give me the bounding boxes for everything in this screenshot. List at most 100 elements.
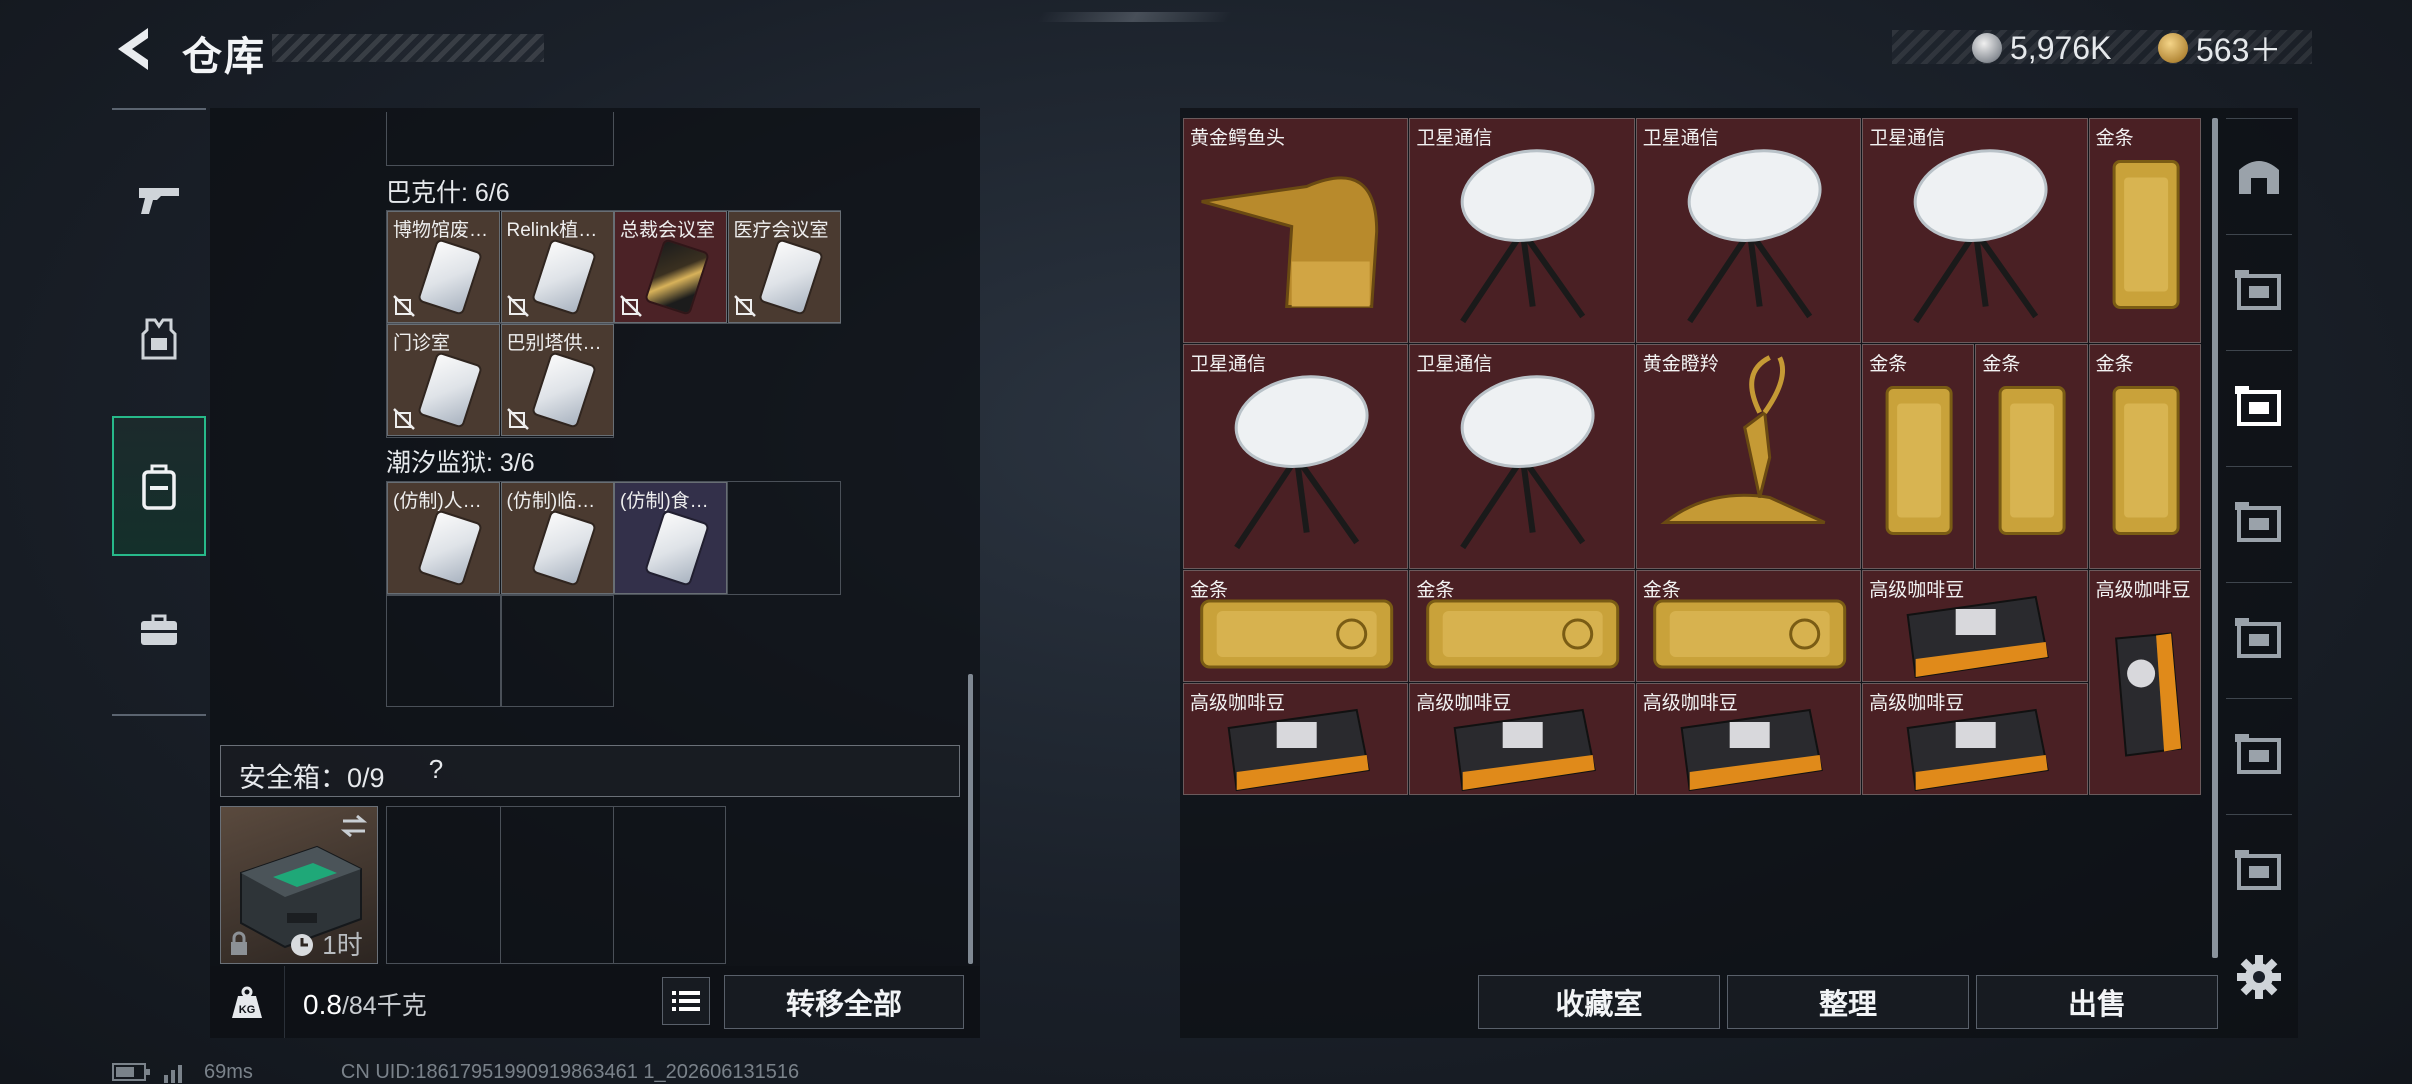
storage-item[interactable]: 金条 <box>2088 344 2201 569</box>
backpack-scrollbar[interactable] <box>968 674 973 964</box>
item-image-croc <box>1201 176 1379 308</box>
no-transfer-icon <box>733 295 756 317</box>
divider <box>284 966 285 1038</box>
storage-item[interactable]: 卫星通信 <box>1183 344 1409 569</box>
storage-item[interactable]: 高级咖啡豆 <box>1409 683 1635 795</box>
key-group-label-tide-prison: 潮汐监狱: 3/6 <box>386 449 535 477</box>
storage-tab-0[interactable] <box>2226 118 2292 228</box>
storage-item-label: 金条 <box>1869 354 1908 375</box>
key-card-item[interactable]: 巴别塔供… <box>500 324 614 436</box>
item-image-goldv <box>1885 386 1953 535</box>
battery-icon <box>112 1063 150 1081</box>
item-image-goldv <box>2112 160 2180 309</box>
key-card-label: (仿制)人… <box>393 491 482 512</box>
storage-item-label: 金条 <box>1190 580 1229 601</box>
organize-button[interactable]: 整理 <box>1727 975 1969 1029</box>
storage-tab-2[interactable] <box>2226 350 2292 460</box>
storage-item[interactable]: 高级咖啡豆 <box>1862 683 2088 795</box>
key-card-label: 巴别塔供… <box>506 333 602 354</box>
storage-item[interactable]: 金条 <box>1635 570 1862 682</box>
key-card-label: Relink植… <box>506 220 598 241</box>
storage-item[interactable]: 黄金瞪羚 <box>1635 344 1862 569</box>
nav-case[interactable] <box>112 560 206 700</box>
key-card-label: (仿制)食… <box>620 491 709 512</box>
key-card-item[interactable]: (仿制)食… <box>614 482 727 594</box>
item-image-gazelle <box>1660 355 1826 524</box>
back-icon[interactable] <box>110 22 160 76</box>
storage-item[interactable]: 卫星通信 <box>1409 344 1635 569</box>
grid-cell-empty <box>500 595 502 707</box>
help-button[interactable]: ? <box>421 754 451 788</box>
item-image-goldv <box>1998 386 2066 535</box>
backpack-icon <box>142 464 176 510</box>
storage-scrollbar[interactable] <box>2212 118 2218 958</box>
no-transfer-icon <box>620 295 642 317</box>
storage-item-label: 金条 <box>1416 580 1455 601</box>
transfer-icon[interactable] <box>339 813 369 839</box>
safe-box-timer-value: 1时 <box>322 930 363 960</box>
currency-silver-value: 5,976K <box>2010 29 2112 66</box>
storage-item-label: 金条 <box>1642 580 1681 601</box>
nav-backpack[interactable] <box>112 416 206 556</box>
container-tier4-icon <box>2235 385 2281 426</box>
storage-item[interactable]: 卫星通信 <box>1409 118 1635 343</box>
storage-item[interactable]: 金条 <box>1409 570 1635 682</box>
storage-item-label: 卫星通信 <box>1869 128 1946 149</box>
list-view-button[interactable] <box>662 977 710 1025</box>
storage-tab-4[interactable] <box>2226 582 2292 692</box>
storage-tab-1[interactable] <box>2226 234 2292 344</box>
nav-weapons[interactable] <box>112 130 206 270</box>
storage-item[interactable]: 金条 <box>1183 570 1409 682</box>
storage-item[interactable]: 高级咖啡豆 <box>1183 683 1409 795</box>
key-card-item[interactable]: 博物馆废… <box>387 211 500 323</box>
storage-tab-6[interactable] <box>2226 814 2292 924</box>
item-image-dish <box>1460 375 1595 550</box>
briefcase-icon <box>141 614 177 645</box>
pistol-icon <box>139 188 179 214</box>
storage-item-label: 金条 <box>2095 354 2134 375</box>
storage-item[interactable]: 卫星通信 <box>1635 118 1862 343</box>
key-card-image <box>646 511 708 585</box>
no-transfer-icon <box>393 295 415 317</box>
key-card-image <box>532 353 595 427</box>
storage-item[interactable]: 高级咖啡豆 <box>1635 683 1862 795</box>
key-group-label-bakesh: 巴克什: 6/6 <box>386 179 510 207</box>
key-card-image <box>419 240 481 314</box>
key-card-item[interactable]: 总裁会议室 <box>614 211 727 323</box>
clock-icon <box>291 934 313 956</box>
transfer-all-button[interactable]: 转移全部 <box>724 975 964 1029</box>
container-tier5-icon <box>2235 269 2281 310</box>
key-card-label: 医疗会议室 <box>733 220 829 241</box>
key-card-item[interactable]: (仿制)人… <box>387 482 500 594</box>
storage-item[interactable]: 卫星通信 <box>1862 118 2088 343</box>
currency-gold[interactable]: 563＋ <box>2158 26 2281 70</box>
storage-tab-5[interactable] <box>2226 698 2292 808</box>
sell-button[interactable]: 出售 <box>1976 975 2218 1029</box>
storage-item[interactable]: 高级咖啡豆 <box>2088 570 2201 795</box>
storage-item[interactable]: 金条 <box>2088 118 2201 343</box>
storage-item[interactable]: 高级咖啡豆 <box>1862 570 2088 682</box>
storage-tab-3[interactable] <box>2226 466 2292 576</box>
key-card-label: 博物馆废… <box>393 220 489 241</box>
settings-gear-icon[interactable] <box>2234 952 2284 1002</box>
key-card-image <box>759 240 822 314</box>
container-tier4b-icon <box>2235 501 2281 542</box>
safe-box-label: 安全箱：0/9 <box>239 763 385 793</box>
item-image-dish <box>1913 149 2048 324</box>
nav-gear[interactable] <box>112 270 206 410</box>
storage-item[interactable]: 金条 <box>1975 344 2088 569</box>
storage-item[interactable]: 金条 <box>1862 344 1975 569</box>
safe-box-container[interactable]: 1时 <box>220 806 378 964</box>
storage-item[interactable]: 黄金鳄鱼头 <box>1183 118 1409 343</box>
weight-current: 0.8 <box>303 989 342 1020</box>
no-transfer-icon <box>506 408 529 430</box>
collection-room-button[interactable]: 收藏室 <box>1478 975 1720 1029</box>
silver-coin-icon <box>1972 33 2002 63</box>
storage-item-label: 卫星通信 <box>1416 354 1493 375</box>
key-card-item[interactable]: (仿制)临… <box>500 482 614 594</box>
key-card-item[interactable]: 门诊室 <box>387 324 500 436</box>
home-icon <box>2239 160 2279 194</box>
key-card-item[interactable]: Relink植… <box>500 211 614 323</box>
key-card-item[interactable]: 医疗会议室 <box>727 211 841 323</box>
key-card-label: (仿制)临… <box>506 491 596 512</box>
